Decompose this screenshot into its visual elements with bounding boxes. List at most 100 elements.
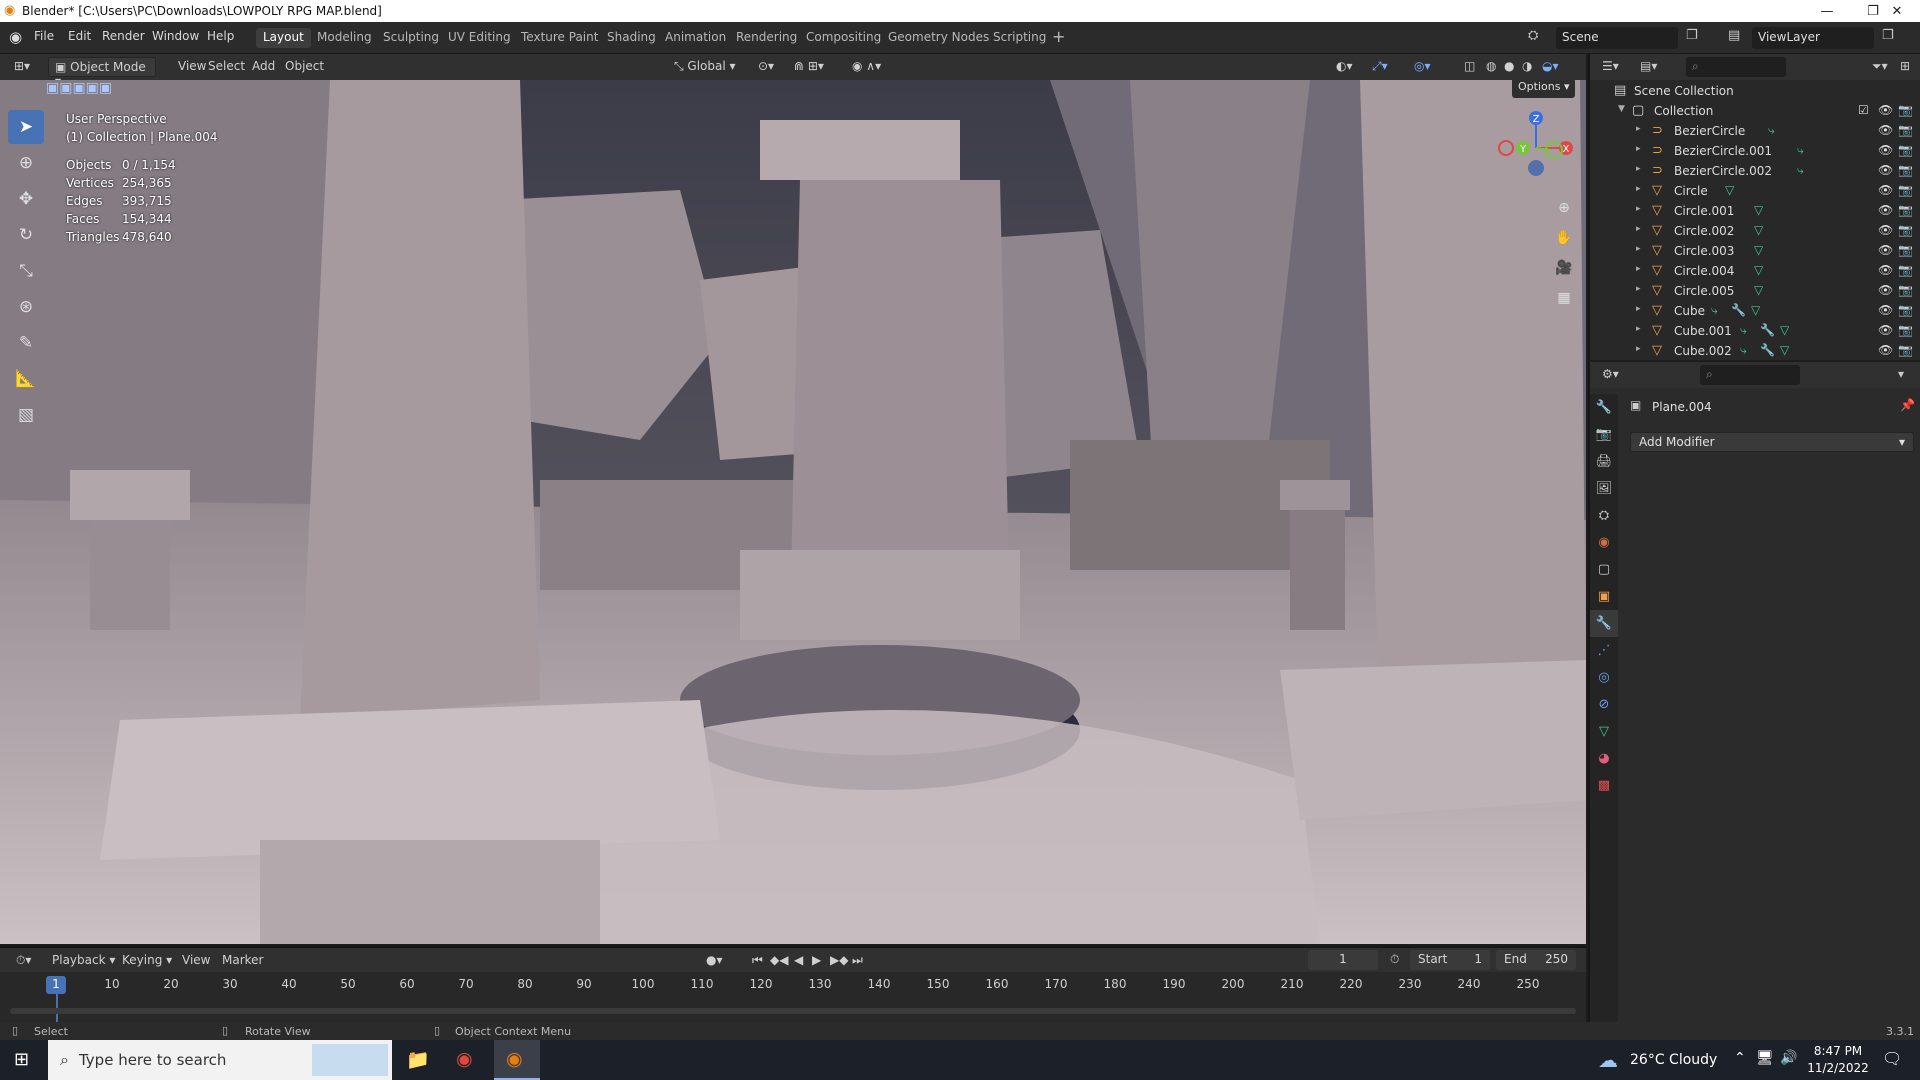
current-frame-field[interactable]: 1 — [1308, 950, 1378, 970]
outliner-item[interactable]: ▸ ▽ Circle.005 👁 📷 ▽ — [1590, 282, 1920, 302]
visibility-eye-icon[interactable]: 👁 — [1878, 303, 1893, 317]
outliner-item[interactable]: ▸ ▽ Circle 👁 📷 ▽ — [1590, 182, 1920, 202]
menu-edit[interactable]: Edit — [68, 29, 91, 43]
visibility-eye-icon[interactable]: 👁 — [1878, 203, 1893, 217]
curve-data-icon[interactable]: ⤷ — [1797, 163, 1804, 178]
menu-select[interactable]: Select — [202, 57, 251, 77]
render-tab-icon[interactable]: 📷 — [1590, 421, 1618, 448]
mesh-data-icon[interactable]: ▽ — [1780, 343, 1789, 357]
mesh-data-icon[interactable]: ▽ — [1754, 203, 1763, 217]
expand-arrow-icon[interactable]: ▼ — [1618, 104, 1625, 114]
outliner-item[interactable]: ▸ ▽ Circle.001 👁 📷 ▽ — [1590, 202, 1920, 222]
tool-tab-icon[interactable]: 🔧 — [1590, 394, 1618, 421]
render-camera-icon[interactable]: 📷 — [1898, 123, 1913, 137]
scene-selector[interactable]: Scene — [1556, 27, 1678, 49]
gizmo-toggle-icon[interactable]: ⤢▾ — [1366, 57, 1394, 77]
annotate-tool-icon[interactable]: ✎ — [8, 326, 44, 360]
expand-arrow-icon[interactable]: ▸ — [1636, 144, 1641, 154]
outliner-editor-icon[interactable]: ☰▾ — [1602, 59, 1619, 73]
menu-keying[interactable]: Keying ▾ — [116, 951, 178, 971]
expand-arrow-icon[interactable]: ▸ — [1636, 164, 1641, 174]
visibility-eye-icon[interactable]: 👁 — [1878, 103, 1893, 117]
measure-tool-icon[interactable]: 📐 — [8, 362, 44, 396]
tray-chevron-icon[interactable]: ⌃ — [1734, 1050, 1746, 1066]
menu-object[interactable]: Object — [279, 57, 330, 77]
select-mode-icons[interactable]: ▣▣▣▣▣ — [46, 80, 146, 100]
preview-range-icon[interactable]: ⏱ — [1390, 952, 1399, 967]
constraints-tab-icon[interactable]: ⊘ — [1590, 691, 1618, 718]
modifier-icon[interactable]: 🔧 — [1760, 343, 1775, 357]
notifications-icon[interactable]: 🗨 — [1882, 1049, 1902, 1068]
network-icon[interactable]: 🖥 — [1756, 1050, 1774, 1066]
pin-icon[interactable]: 📌 — [1900, 398, 1915, 412]
menu-playback[interactable]: Playback ▾ — [46, 951, 121, 971]
render-camera-icon[interactable]: 📷 — [1898, 103, 1913, 117]
texture-tab-icon[interactable]: ▩ — [1590, 772, 1618, 799]
rotate-tool-icon[interactable]: ↻ — [8, 218, 44, 252]
visibility-eye-icon[interactable]: 👁 — [1878, 183, 1893, 197]
mesh-data-icon[interactable]: ▽ — [1754, 263, 1763, 277]
visibility-eye-icon[interactable]: 👁 — [1878, 263, 1893, 277]
physics-tab-icon[interactable]: ◎ — [1590, 664, 1618, 691]
render-camera-icon[interactable]: 📷 — [1898, 323, 1913, 337]
menu-timeline-view[interactable]: View — [176, 951, 216, 971]
playhead[interactable]: 1 — [46, 976, 66, 994]
visibility-icon[interactable]: ◐▾ — [1330, 57, 1359, 77]
jump-end-icon[interactable]: ⏭ — [846, 951, 869, 971]
add-workspace-icon[interactable]: + — [1052, 27, 1065, 46]
outliner-item[interactable]: ▸ ▽ Circle.004 👁 📷 ▽ — [1590, 262, 1920, 282]
render-camera-icon[interactable]: 📷 — [1898, 143, 1913, 157]
snap-icon[interactable]: ⋒ ⊞▾ — [788, 57, 830, 77]
tab-geometry-nodes[interactable]: Geometry Nodes — [881, 28, 996, 48]
data-tab-icon[interactable]: ▽ — [1590, 718, 1618, 745]
outliner-item[interactable]: ▸ ▽ Cube 👁 📷 ⤷ 🔧 ▽ — [1590, 302, 1920, 322]
volume-icon[interactable]: 🔊 — [1780, 1050, 1797, 1066]
expand-arrow-icon[interactable]: ▸ — [1636, 244, 1641, 254]
navigation-gizmo[interactable]: Z X Y — [1496, 108, 1576, 198]
visibility-eye-icon[interactable]: 👁 — [1878, 343, 1893, 357]
viewlayer-icon[interactable]: ▤ — [1728, 28, 1740, 43]
mesh-data-icon[interactable]: ▽ — [1754, 223, 1763, 237]
mesh-data-icon[interactable]: ▽ — [1780, 323, 1789, 337]
pan-hand-icon[interactable]: ✋ — [1552, 226, 1576, 250]
tab-compositing[interactable]: Compositing — [799, 28, 888, 48]
curve-data-icon[interactable]: ⤷ — [1768, 123, 1775, 138]
select-box-tool-icon[interactable]: ➤ — [8, 110, 44, 144]
rendered-shading-icon[interactable]: ◒▾ — [1536, 57, 1565, 77]
visibility-eye-icon[interactable]: 👁 — [1878, 123, 1893, 137]
outliner-search-input[interactable]: ⌕ — [1686, 57, 1786, 77]
proportional-edit-icon[interactable]: ◉ ∧▾ — [846, 57, 887, 77]
visibility-eye-icon[interactable]: 👁 — [1878, 163, 1893, 177]
expand-arrow-icon[interactable]: ▸ — [1636, 324, 1641, 334]
visibility-eye-icon[interactable]: 👁 — [1878, 323, 1893, 337]
scale-tool-icon[interactable]: ⤡ — [8, 254, 44, 288]
3d-viewport[interactable]: Z X Y ⊕ ✋ 🎥 ▦ Options ▾ — [0, 80, 1586, 944]
camera-view-icon[interactable]: 🎥 — [1552, 256, 1576, 280]
tab-scripting[interactable]: Scripting — [986, 28, 1053, 48]
exclude-checkbox-icon[interactable]: ☑ — [1858, 103, 1869, 117]
outliner-item[interactable]: ▸ ⊃ BezierCircle.001 👁 📷 ⤷ — [1590, 142, 1920, 162]
mesh-data-icon[interactable]: ▽ — [1751, 303, 1760, 317]
menu-file[interactable]: File — [34, 29, 54, 43]
end-frame-field[interactable]: End 250 — [1496, 950, 1576, 970]
expand-arrow-icon[interactable]: ▸ — [1636, 284, 1641, 294]
render-camera-icon[interactable]: 📷 — [1898, 163, 1913, 177]
outliner-item[interactable]: ▸ ⊃ BezierCircle 👁 📷 ⤷ — [1590, 122, 1920, 142]
modifier-icon[interactable]: 🔧 — [1731, 303, 1746, 317]
curve-data-icon[interactable]: ⤷ — [1711, 303, 1718, 318]
outliner-collection[interactable]: ▼ ▢ Collection ☑ 👁 📷 — [1590, 102, 1920, 122]
render-camera-icon[interactable]: 📷 — [1898, 243, 1913, 257]
curve-data-icon[interactable]: ⤷ — [1740, 323, 1747, 338]
filter-icon[interactable]: ⏷▾ — [1872, 59, 1888, 74]
timeline-scrollbar[interactable] — [10, 1008, 1576, 1014]
start-frame-field[interactable]: Start 1 — [1410, 950, 1490, 970]
menu-render[interactable]: Render — [102, 29, 145, 43]
new-scene-icon[interactable]: ❐ — [1686, 28, 1698, 43]
render-camera-icon[interactable]: 📷 — [1898, 223, 1913, 237]
menu-window[interactable]: Window — [152, 29, 199, 43]
menu-help[interactable]: Help — [207, 29, 234, 43]
cursor-tool-icon[interactable]: ⊕ — [8, 146, 44, 180]
clock-time[interactable]: 8:47 PM — [1808, 1044, 1868, 1058]
menu-marker[interactable]: Marker — [216, 951, 269, 971]
autokey-record-icon[interactable]: ●▾ — [700, 951, 729, 971]
